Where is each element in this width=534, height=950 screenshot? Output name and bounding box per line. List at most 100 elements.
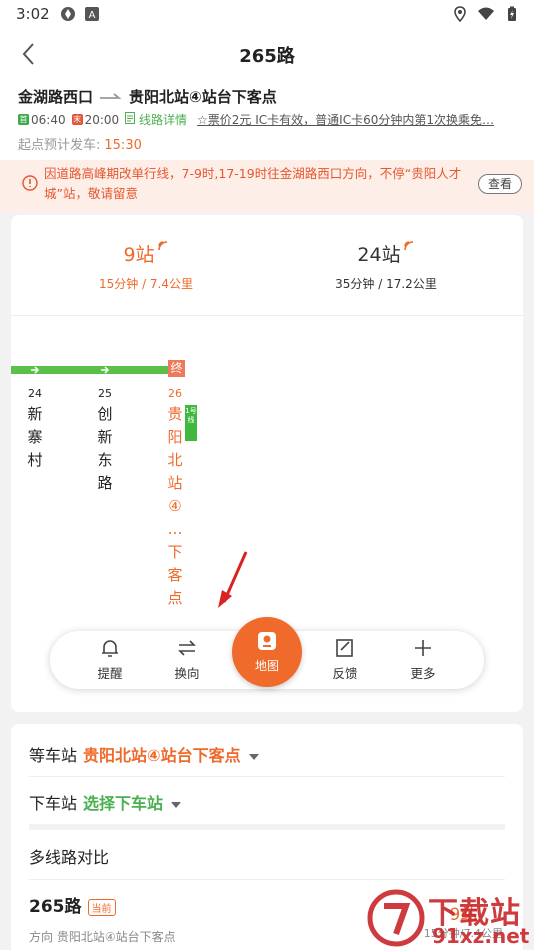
stop-name-char: 路	[97, 474, 113, 492]
alight-station-row[interactable]: 下车站 选择下车站	[29, 790, 505, 814]
alert-icon	[22, 175, 38, 191]
stop-name-char: 新	[27, 405, 43, 423]
first-bus-time: 06:40	[31, 112, 66, 127]
feedback-button[interactable]: 反馈	[320, 637, 370, 682]
departure-label: 起点预计发车:	[18, 138, 101, 153]
stop-name-char: …	[167, 520, 183, 538]
map-label: 地图	[254, 659, 279, 673]
switch-direction-button[interactable]: 换向	[162, 637, 212, 682]
location-icon	[454, 6, 466, 22]
watermark-logo-icon	[367, 889, 425, 947]
notice-text: 因道路高峰期改单行线，7-9时,17-19时往金湖路西口方向，不停“贵阳人才城”…	[44, 166, 462, 201]
feedback-label: 反馈	[332, 666, 358, 681]
alight-station-label: 下车站	[29, 794, 78, 813]
next-bus-2-detail: 35分钟 / 17.2公里	[335, 277, 437, 291]
stop-name-char: ④	[168, 497, 182, 515]
last-bus-time: 20:00	[84, 112, 120, 127]
edit-icon	[336, 639, 353, 657]
view-notice-button[interactable]: 查看	[478, 174, 522, 194]
realtime-signal-icon	[403, 241, 413, 251]
site-watermark: 下载站 91xz.net	[366, 886, 534, 950]
remind-button[interactable]: 提醒	[85, 637, 135, 682]
stop-name-char: 北	[167, 451, 183, 469]
bell-icon	[102, 640, 118, 657]
battery-icon	[508, 6, 516, 21]
status-bar: 3:02 A	[0, 0, 534, 28]
dropdown-caret-icon	[248, 753, 259, 760]
next-bus-2-stops: 24站	[357, 244, 401, 266]
route-meta: 首 06:40 末 20:00 线路详情 ☆票价2元 IC卡有效，普通IC卡60…	[18, 111, 527, 128]
wait-station-value: 贵阳北站④站台下客点	[83, 746, 241, 765]
stop-name-char: 寨	[27, 428, 43, 446]
wait-station-row[interactable]: 等车站 贵阳北站④站台下客点	[29, 742, 505, 766]
route-detail-label: 线路详情	[139, 113, 188, 127]
more-button[interactable]: 更多	[398, 637, 448, 682]
realtime-signal-icon	[157, 241, 167, 251]
dropdown-caret-icon	[171, 801, 182, 808]
current-badge: 当前	[87, 898, 116, 916]
stop-name-char: 村	[27, 451, 43, 469]
departure-time: 15:30	[104, 138, 142, 153]
track-arrow-icon	[101, 366, 110, 374]
switch-label: 换向	[174, 666, 200, 681]
stop-name-char: 新	[97, 428, 113, 446]
next-bus-1-stops: 9站	[123, 244, 155, 266]
direction-arrow-icon	[100, 92, 122, 99]
next-bus-1-detail: 15分钟 / 7.4公里	[98, 277, 194, 291]
route-entry-direction: 方向 贵阳北站④站台下客点	[29, 930, 176, 944]
wait-station-label: 等车站	[29, 746, 78, 765]
metro-transfer-badge: 1号线	[185, 405, 197, 441]
document-icon	[125, 112, 136, 124]
next-bus-2[interactable]: 24站 35分钟 / 17.2公里	[286, 240, 486, 292]
stop-number: 26	[168, 387, 182, 400]
stop-name-char: 站	[167, 474, 183, 492]
route-detail-link[interactable]: 线路详情	[125, 111, 187, 128]
route-origin: 金湖路西口	[18, 88, 94, 106]
stop-name-char: 东	[97, 451, 113, 469]
realtime-card: 9站 15分钟 / 7.4公里 24站 35分钟 / 17.2公里 终 24 新…	[11, 215, 523, 712]
wifi-icon	[478, 7, 494, 20]
section-divider	[29, 824, 505, 830]
service-notice: 因道路高峰期改单行线，7-9时,17-19时往金湖路西口方向，不停“贵阳人才城”…	[0, 160, 534, 212]
departure-info: 起点预计发车: 15:30	[18, 134, 142, 153]
divider	[29, 879, 505, 880]
stop-name-char: 下	[167, 543, 183, 561]
fare-info-link[interactable]: ☆票价2元 IC卡有效，普通IC卡60分钟内第1次换乘免…	[197, 111, 527, 128]
card-divider	[11, 315, 523, 316]
stop-name-char: 点	[167, 589, 183, 607]
alight-station-value: 选择下车站	[83, 794, 164, 813]
remind-label: 提醒	[97, 666, 123, 681]
divider	[29, 776, 505, 777]
status-time: 3:02	[16, 5, 50, 23]
map-pin-icon	[258, 632, 276, 650]
stop-number: 24	[28, 387, 42, 400]
stop-name-char: 客	[167, 566, 183, 584]
route-endpoints: 金湖路西口 贵阳北站④站台下客点	[18, 86, 277, 107]
stop-item-current[interactable]: 26 贵 阳 北 站 ④ … 下 客 点	[165, 387, 185, 610]
route-info: 金湖路西口 贵阳北站④站台下客点 首 06:40 末 20:00 线路详情 ☆票…	[0, 80, 534, 160]
plus-icon	[415, 640, 431, 656]
letter-a-icon: A	[85, 7, 99, 21]
terminus-badge: 终	[168, 360, 185, 377]
stop-name-char: 贵	[167, 405, 183, 423]
map-button[interactable]: 地图	[232, 617, 302, 687]
route-entry[interactable]: 265路 当前	[29, 892, 116, 917]
watermark-domain: 91xz.net	[432, 924, 530, 948]
stop-item[interactable]: 24 新 寨 村	[25, 387, 45, 472]
stop-name-char: 阳	[167, 428, 183, 446]
next-bus-1[interactable]: 9站 15分钟 / 7.4公里	[46, 240, 246, 292]
stop-number: 25	[98, 387, 112, 400]
svg-text:A: A	[89, 10, 96, 21]
route-entry-name: 265路	[29, 897, 82, 917]
stop-item[interactable]: 25 创 新 东 路	[95, 387, 115, 495]
app-notification-icon	[61, 7, 75, 21]
stop-name-char: 创	[97, 405, 113, 423]
page-title: 265路	[239, 46, 295, 67]
multi-route-compare[interactable]: 多线路对比	[29, 844, 505, 868]
app-header: 265路	[0, 28, 534, 80]
first-bus-tag: 首	[18, 114, 29, 125]
last-bus-tag: 末	[71, 114, 83, 125]
route-destination: 贵阳北站④站台下客点	[129, 88, 277, 106]
track-arrow-icon	[31, 366, 40, 374]
annotation-arrow-icon	[218, 551, 248, 608]
